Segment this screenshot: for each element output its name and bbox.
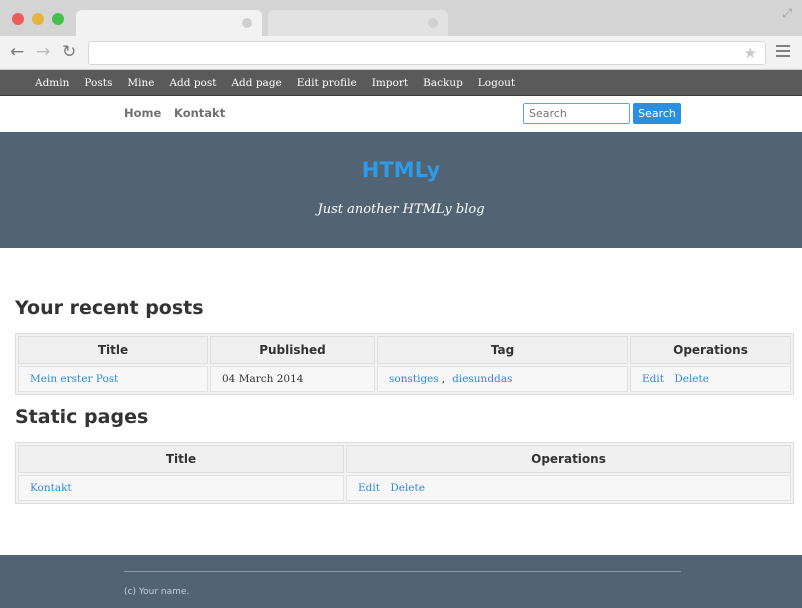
- column-header-operations: Operations: [630, 336, 791, 364]
- admin-link-logout[interactable]: Logout: [478, 70, 515, 96]
- forward-arrow-icon[interactable]: →: [36, 42, 50, 62]
- page-edit-link[interactable]: Edit: [358, 482, 380, 494]
- table-row: Mein erster Post 04 March 2014 sonstiges…: [18, 366, 791, 392]
- back-arrow-icon[interactable]: ←: [10, 42, 24, 62]
- column-header-title: Title: [18, 445, 344, 473]
- search-input[interactable]: [523, 103, 630, 124]
- bookmark-star-icon[interactable]: ★: [744, 44, 757, 62]
- page-title-link[interactable]: Kontakt: [30, 482, 72, 494]
- admin-bar: Admin Posts Mine Add post Add page Edit …: [0, 70, 802, 96]
- close-window-icon[interactable]: [12, 13, 24, 25]
- footer-divider: [124, 571, 681, 572]
- static-pages-table: Title Operations Kontakt Edit Delete: [15, 442, 794, 504]
- admin-link-edit-profile[interactable]: Edit profile: [297, 70, 357, 96]
- site-title[interactable]: HTMLy: [0, 158, 802, 182]
- table-row: Kontakt Edit Delete: [18, 475, 791, 501]
- tag-link-sonstiges[interactable]: sonstiges: [389, 373, 439, 385]
- admin-link-backup[interactable]: Backup: [423, 70, 463, 96]
- table-header-row: Title Operations: [18, 445, 791, 473]
- column-header-published: Published: [210, 336, 375, 364]
- post-tags-cell: sonstiges, diesunddas: [377, 366, 628, 392]
- minimize-window-icon[interactable]: [32, 13, 44, 25]
- post-edit-link[interactable]: Edit: [642, 373, 664, 385]
- page-title-cell: Kontakt: [18, 475, 344, 501]
- post-operations-cell: Edit Delete: [630, 366, 791, 392]
- reload-icon[interactable]: ↻: [62, 42, 76, 62]
- post-published-date: 04 March 2014: [210, 366, 375, 392]
- fullscreen-icon[interactable]: ⤢: [782, 6, 792, 21]
- admin-link-import[interactable]: Import: [372, 70, 408, 96]
- static-pages-heading: Static pages: [15, 406, 149, 428]
- tab-close-icon[interactable]: [242, 18, 252, 28]
- recent-posts-heading: Your recent posts: [15, 297, 204, 319]
- site-footer: (c) Your name.: [0, 555, 802, 608]
- browser-tab-strip: ⤢: [0, 0, 802, 36]
- column-header-title: Title: [18, 336, 208, 364]
- page-operations-cell: Edit Delete: [346, 475, 791, 501]
- admin-link-add-post[interactable]: Add post: [169, 70, 216, 96]
- browser-tab-active[interactable]: [76, 10, 262, 36]
- tag-separator: ,: [441, 373, 446, 385]
- site-header: HTMLy Just another HTMLy blog: [0, 132, 802, 248]
- footer-copyright: (c) Your name.: [124, 587, 190, 597]
- table-header-row: Title Published Tag Operations: [18, 336, 791, 364]
- admin-link-add-page[interactable]: Add page: [231, 70, 281, 96]
- post-title-cell: Mein erster Post: [18, 366, 208, 392]
- maximize-window-icon[interactable]: [52, 13, 64, 25]
- tab-close-icon[interactable]: [428, 18, 438, 28]
- page-delete-link[interactable]: Delete: [390, 482, 425, 494]
- site-nav: Home Kontakt Search: [0, 96, 802, 132]
- address-bar[interactable]: ★: [88, 41, 766, 65]
- tag-link-diesunddas[interactable]: diesunddas: [452, 373, 512, 385]
- post-delete-link[interactable]: Delete: [674, 373, 709, 385]
- admin-link-posts[interactable]: Posts: [84, 70, 112, 96]
- browser-tab-inactive[interactable]: [268, 10, 448, 36]
- nav-home-link[interactable]: Home: [124, 106, 161, 120]
- column-header-operations: Operations: [346, 445, 791, 473]
- recent-posts-table: Title Published Tag Operations Mein erst…: [15, 333, 794, 395]
- browser-menu-icon[interactable]: [776, 45, 790, 60]
- admin-link-mine[interactable]: Mine: [127, 70, 154, 96]
- admin-link-admin[interactable]: Admin: [35, 70, 69, 96]
- post-title-link[interactable]: Mein erster Post: [30, 373, 118, 385]
- search-button[interactable]: Search: [633, 103, 681, 124]
- column-header-tag: Tag: [377, 336, 628, 364]
- nav-kontakt-link[interactable]: Kontakt: [174, 106, 225, 120]
- browser-toolbar: ← → ↻ ★: [0, 36, 802, 70]
- site-tagline: Just another HTMLy blog: [317, 202, 485, 217]
